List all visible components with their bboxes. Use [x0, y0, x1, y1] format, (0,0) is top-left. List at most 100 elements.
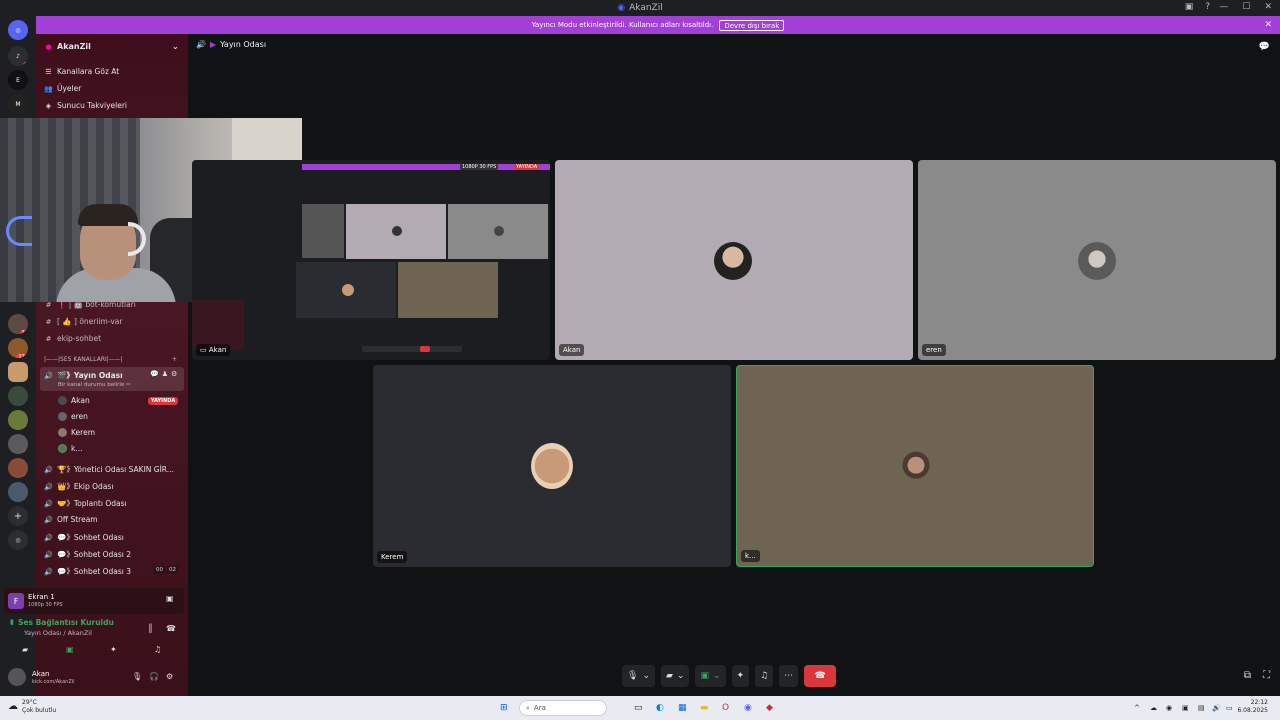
camera-off-icon[interactable]: ▰ [22, 645, 28, 654]
store-icon[interactable]: ▦ [678, 700, 687, 716]
camera-button[interactable]: ▰ ⌄ [660, 665, 690, 687]
disable-streamer-mode-button[interactable]: Devre dışı bırak [719, 19, 785, 31]
task-view-icon[interactable]: ▭ [634, 700, 643, 716]
voice-member[interactable]: Kerem [58, 428, 95, 437]
channel-status[interactable]: Bir kanal durumu belirle ✏ [58, 382, 131, 388]
chevron-down-icon[interactable]: ⌄ [172, 42, 179, 51]
server-icon[interactable]: 2 [8, 410, 28, 430]
active-channel-label[interactable]: 🔊 🎬》Yayın Odası [44, 370, 123, 381]
server-icon[interactable] [8, 362, 28, 382]
tray-icon[interactable]: ◉ [1166, 700, 1172, 716]
text-channel-item[interactable]: # ekip-sohbet [44, 334, 102, 343]
participant-tile[interactable]: Kerem [373, 365, 731, 567]
stream-tile[interactable]: 1080P 30 FPS YAYINDA ▭ Akan [192, 160, 550, 360]
participant-tile[interactable]: eren [918, 160, 1276, 360]
server-header[interactable]: ● AkanZil ⌄ [44, 42, 178, 51]
settings-icon[interactable]: ⚙ [166, 672, 173, 681]
more-button[interactable]: ⋯ [779, 665, 799, 687]
server-icon[interactable] [8, 482, 28, 502]
chevron-down-icon[interactable]: ⌄ [642, 671, 650, 681]
screen-share-active-icon[interactable]: ▣ [66, 645, 74, 654]
server-icon[interactable]: E [8, 70, 28, 90]
network-icon[interactable]: ▤ [1198, 700, 1205, 716]
maximize-button[interactable]: ☐ [1242, 2, 1250, 12]
home-button[interactable]: ◎ [8, 20, 28, 40]
tray-chevron-icon[interactable]: ^ [1134, 700, 1140, 716]
activities-icon[interactable]: ✦ [110, 645, 117, 654]
voice-channel-item[interactable]: 🔊 💬》Sohbet Odası 3 [44, 566, 131, 577]
username[interactable]: Akan [32, 670, 49, 678]
opera-icon[interactable]: O [722, 700, 729, 716]
microphone-icon[interactable]: 🎙 [132, 672, 142, 681]
noise-suppression-icon[interactable]: ║ [148, 624, 153, 633]
browse-channels-item[interactable]: ☰ Kanallara Göz At [44, 67, 119, 76]
popout-icon[interactable]: ⧉ [1244, 670, 1251, 681]
invite-icon[interactable]: ♟ [162, 370, 168, 378]
chat-icon[interactable]: 💬 [1259, 42, 1270, 52]
stream-preview-panel[interactable]: F Ekran 1 1080p 30 FPS ▣ [4, 588, 184, 614]
settings-icon[interactable]: ⚙ [171, 370, 177, 378]
server-icon[interactable]: ♪ 1 [8, 46, 28, 66]
soundboard-button[interactable]: ♫ [755, 665, 774, 687]
server-boosts-item[interactable]: ◈ Sunucu Takviyeleri [44, 101, 127, 110]
inbox-icon[interactable]: ▣ [1185, 2, 1194, 12]
server-icon[interactable]: 121 [8, 338, 28, 358]
fullscreen-icon[interactable]: ⛶ [1263, 670, 1270, 681]
avatar [531, 443, 573, 489]
tray-icon[interactable]: ▣ [1182, 700, 1189, 716]
tray-icon[interactable]: ☁ [1150, 700, 1157, 716]
help-icon[interactable]: ? [1205, 2, 1210, 12]
edge-icon[interactable]: ◐ [656, 700, 664, 716]
close-window-button[interactable]: ✕ [1264, 2, 1272, 12]
chevron-down-icon[interactable]: ⌄ [677, 671, 685, 681]
server-icon[interactable] [8, 386, 28, 406]
server-icon[interactable]: 6 [8, 434, 28, 454]
voice-member[interactable]: k... [58, 444, 83, 453]
microphone-button[interactable]: 🎙 ⌄ [622, 665, 655, 687]
add-server-icon[interactable]: + [8, 506, 28, 526]
app-icon[interactable]: ◆ [766, 700, 773, 716]
avatar[interactable] [8, 668, 26, 686]
screen-share-icon: ▣ [700, 671, 709, 681]
volume-icon[interactable]: 🔊 [1212, 700, 1221, 716]
voice-status[interactable]: Ses Bağlantısı Kuruldu [18, 618, 114, 627]
discover-icon[interactable]: ◎ [8, 530, 28, 550]
voice-channel-item[interactable]: 🔊 💬》Sohbet Odası 2 [44, 549, 131, 560]
headphones-icon[interactable]: 🎧 [149, 672, 159, 681]
voice-channel-item[interactable]: 🔊 🤝》Toplantı Odası [44, 498, 126, 509]
stop-stream-icon[interactable]: ▣ [166, 594, 174, 603]
chevron-down-icon[interactable]: ⌄ [713, 671, 721, 681]
explorer-icon[interactable]: ▬ [700, 700, 709, 716]
taskbar-search[interactable]: ⌕ Ara [519, 700, 607, 716]
add-channel-icon[interactable]: + [172, 356, 177, 363]
weather-widget[interactable]: ☁ 29°C Çok bulutlu [8, 699, 56, 715]
battery-icon[interactable]: ▭ [1226, 700, 1233, 716]
clock[interactable]: 22:12 6.08.2025 [1237, 699, 1268, 715]
chat-icon[interactable]: 💬 [150, 370, 159, 378]
server-icon[interactable]: 4 [8, 458, 28, 478]
members-item[interactable]: 👥 Üyeler [44, 84, 81, 93]
disconnect-icon[interactable]: ☎ [166, 624, 176, 633]
screen-share-button[interactable]: ▣ ⌄ [695, 665, 726, 687]
channel-title: Yayın Odası [220, 40, 267, 49]
soundboard-icon[interactable]: ♫ [154, 645, 161, 654]
discord-icon[interactable]: ◉ [744, 700, 752, 716]
voice-channel-item[interactable]: 🔊 💬》Sohbet Odası [44, 532, 124, 543]
minimize-button[interactable]: — [1219, 2, 1228, 12]
voice-channel-item[interactable]: 🔊 🏆》Yönetici Odası SAKIN GİR... [44, 464, 174, 475]
voice-location[interactable]: Yayın Odası / AkanZil [24, 629, 92, 637]
activities-button[interactable]: ✦ [731, 665, 750, 687]
server-icon[interactable]: M [8, 94, 28, 114]
voice-member[interactable]: eren [58, 412, 88, 421]
participant-tile[interactable]: Akan [555, 160, 913, 360]
server-icon[interactable]: 12 [8, 314, 28, 334]
text-channel-item[interactable]: # [ 👍 ] öneriim-var [44, 317, 123, 326]
start-icon[interactable]: ⊞ [500, 700, 508, 716]
voice-category-header[interactable]: |——|SES KANALLARI|——| + [44, 356, 177, 363]
voice-member[interactable]: Akan [58, 396, 90, 405]
voice-channel-item[interactable]: 🔊 👑》Ekip Odası [44, 481, 113, 492]
voice-channel-item[interactable]: 🔊 Off Stream [44, 515, 97, 524]
participant-tile-speaking[interactable]: k... [736, 365, 1094, 567]
close-icon[interactable]: ✕ [1264, 20, 1272, 30]
disconnect-button[interactable]: ☎ [804, 665, 837, 687]
